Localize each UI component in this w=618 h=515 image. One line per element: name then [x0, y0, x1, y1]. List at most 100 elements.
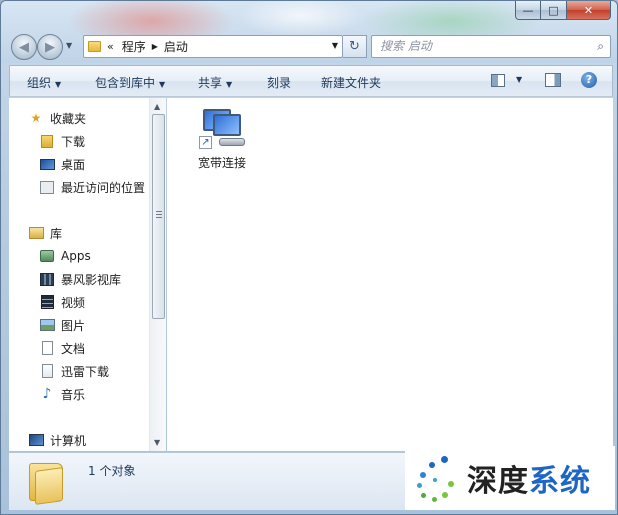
- sidebar-item-label: 图片: [61, 318, 86, 333]
- thunder-download-icon: [39, 364, 55, 378]
- watermark-text-a: 深度: [467, 464, 529, 499]
- chevron-down-icon: ▼: [226, 80, 233, 89]
- search-placeholder: 搜索 启动: [380, 39, 432, 53]
- sidebar-item-label: 计算机: [50, 433, 87, 448]
- sidebar-item-music[interactable]: ♪ 音乐: [39, 384, 85, 404]
- organize-menu[interactable]: 组织 ▼: [27, 74, 61, 91]
- sidebar-item-label: Apps: [61, 249, 91, 263]
- sidebar-item-label: 迅雷下载: [61, 364, 110, 379]
- sidebar-item-media-library[interactable]: 暴风影视库: [39, 269, 121, 289]
- download-folder-icon: [39, 134, 55, 148]
- video-icon: [39, 295, 55, 309]
- address-bar[interactable]: « 程序 ▶ 启动 ▼: [83, 35, 343, 58]
- sidebar-item-downloads[interactable]: 下载: [39, 131, 85, 151]
- include-in-library-label: 包含到库中: [95, 76, 156, 90]
- file-item-broadband-connection[interactable]: ↗ 宽带连接: [191, 106, 253, 171]
- file-list-pane[interactable]: ↗ 宽带连接: [167, 98, 613, 451]
- burn-label: 刻录: [267, 76, 292, 90]
- sidebar-item-videos[interactable]: 视频: [39, 292, 85, 312]
- sidebar-item-label: 暴风影视库: [61, 272, 122, 287]
- chevron-down-icon: ▼: [55, 80, 62, 89]
- include-in-library-menu[interactable]: 包含到库中 ▼: [95, 74, 165, 91]
- scroll-up-icon[interactable]: ▲: [154, 102, 160, 111]
- breadcrumb-startup[interactable]: 启动: [164, 38, 188, 55]
- network-connection-shortcut-icon: ↗: [197, 106, 247, 152]
- scroll-down-icon[interactable]: ▼: [154, 438, 160, 447]
- modem-icon: [219, 138, 245, 146]
- new-folder-button[interactable]: 新建文件夹: [321, 74, 381, 91]
- desktop-icon: [39, 157, 55, 171]
- sidebar-item-recent-places[interactable]: 最近访问的位置: [39, 177, 145, 197]
- scroll-thumb[interactable]: [152, 114, 165, 319]
- grip-icon: [156, 211, 162, 219]
- help-icon[interactable]: ?: [581, 72, 597, 88]
- burn-button[interactable]: 刻录: [267, 74, 291, 91]
- watermark-text-b: 系统: [529, 464, 591, 499]
- watermark-logo: 深度系统: [405, 446, 615, 510]
- refresh-icon: ↻: [349, 39, 360, 54]
- sidebar-item-favorites[interactable]: ★ 收藏夹: [28, 108, 86, 128]
- sidebar-item-apps[interactable]: Apps: [39, 246, 91, 266]
- sidebar-item-label: 视频: [61, 295, 86, 310]
- change-view-icon[interactable]: [491, 74, 505, 87]
- computer-icon: [28, 433, 44, 447]
- sidebar-item-label: 下载: [61, 134, 86, 149]
- sidebar-item-label: 最近访问的位置: [61, 180, 146, 195]
- navigation-bar: ◀ ▶ ▼ « 程序 ▶ 启动 ▼ ↻ 搜索 启动 ⌕: [9, 32, 613, 60]
- breadcrumb-overflow[interactable]: «: [107, 40, 114, 53]
- sidebar-item-label: 收藏夹: [50, 111, 87, 126]
- share-menu[interactable]: 共享 ▼: [198, 74, 232, 91]
- folder-icon: [88, 41, 101, 52]
- recent-places-icon: [39, 180, 55, 194]
- breadcrumb-programs[interactable]: 程序: [122, 38, 146, 55]
- breadcrumb-separator-icon[interactable]: ▶: [152, 42, 158, 51]
- sidebar-item-documents[interactable]: 文档: [39, 338, 85, 358]
- music-icon: ♪: [42, 386, 52, 402]
- chevron-down-icon: ▼: [159, 80, 166, 89]
- recent-pages-dropdown[interactable]: ▼: [66, 41, 72, 50]
- navigation-scrollbar[interactable]: ▲ ▼: [149, 98, 166, 451]
- back-arrow-icon: ◀: [19, 39, 29, 55]
- back-button[interactable]: ◀: [11, 34, 37, 60]
- search-icon[interactable]: ⌕: [597, 36, 604, 57]
- sidebar-item-pictures[interactable]: 图片: [39, 315, 85, 335]
- maximize-button[interactable]: □: [541, 1, 567, 20]
- media-library-icon: [39, 272, 55, 286]
- caption-buttons: — □ ✕: [515, 1, 611, 20]
- new-folder-label: 新建文件夹: [321, 76, 382, 90]
- library-icon: [28, 226, 44, 240]
- monitor-icon: [213, 114, 241, 136]
- watermark-swirl-icon: [411, 454, 461, 502]
- item-count: 1 个对象: [88, 464, 136, 478]
- sidebar-item-label: 文档: [61, 341, 86, 356]
- sidebar-item-computer[interactable]: 计算机: [28, 430, 86, 450]
- command-bar: 组织 ▼ 包含到库中 ▼ 共享 ▼ 刻录 新建文件夹 ▼ ?: [9, 65, 613, 97]
- sidebar-item-desktop[interactable]: 桌面: [39, 154, 85, 174]
- sidebar-item-thunder-download[interactable]: 迅雷下载: [39, 361, 109, 381]
- explorer-window: — □ ✕ ◀ ▶ ▼ « 程序 ▶ 启动 ▼ ↻ 搜索 启动 ⌕ 组织 ▼ 包含…: [0, 0, 618, 515]
- minimize-button[interactable]: —: [515, 1, 541, 20]
- folder-icon: [29, 463, 63, 505]
- forward-button[interactable]: ▶: [37, 34, 63, 60]
- refresh-button[interactable]: ↻: [343, 35, 367, 58]
- search-input[interactable]: 搜索 启动 ⌕: [371, 35, 611, 58]
- view-options-chevron-icon[interactable]: ▼: [516, 75, 522, 84]
- close-button[interactable]: ✕: [567, 1, 611, 20]
- sidebar-item-label: 库: [50, 226, 63, 241]
- address-dropdown-icon[interactable]: ▼: [332, 41, 338, 50]
- preview-pane-icon[interactable]: [545, 73, 561, 87]
- sidebar-item-label: 桌面: [61, 157, 86, 172]
- watermark-text: 深度系统: [467, 456, 591, 500]
- sidebar-item-libraries[interactable]: 库: [28, 223, 62, 243]
- star-icon: ★: [30, 111, 42, 125]
- share-label: 共享: [198, 76, 223, 90]
- document-icon: [39, 341, 55, 355]
- file-label: 宽带连接: [197, 156, 246, 170]
- forward-arrow-icon: ▶: [45, 39, 55, 55]
- shortcut-arrow-icon: ↗: [199, 136, 212, 149]
- apps-icon: [39, 249, 55, 263]
- sidebar-item-label: 音乐: [61, 387, 86, 402]
- navigation-pane: ★ 收藏夹 下载 桌面 最近访问的位置 库 Apps 暴风影视库 视频 图片 文…: [9, 98, 166, 451]
- organize-label: 组织: [27, 76, 52, 90]
- picture-icon: [39, 318, 55, 332]
